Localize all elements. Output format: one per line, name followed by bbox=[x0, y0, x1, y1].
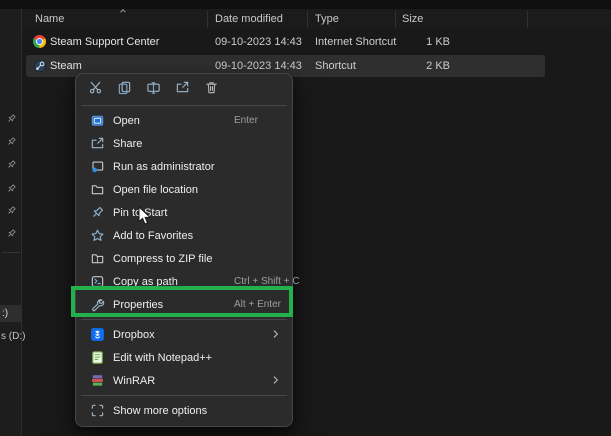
menu-item-dropbox[interactable]: Dropbox bbox=[76, 323, 292, 346]
menu-item-add-to-favorites[interactable]: Add to Favorites bbox=[76, 224, 292, 247]
shortcut-label: Enter bbox=[234, 115, 258, 126]
copy-icon bbox=[117, 80, 132, 100]
column-header-date-modified[interactable]: Date modified bbox=[215, 9, 283, 29]
menu-item-edit-with-notepadpp[interactable]: Edit with Notepad++ bbox=[76, 346, 292, 369]
share-icon bbox=[175, 80, 190, 100]
file-name: Steam Support Center bbox=[50, 31, 159, 53]
file-name: Steam bbox=[50, 55, 82, 77]
pin-icon bbox=[89, 205, 105, 221]
menu-separator bbox=[81, 319, 287, 320]
menu-item-label: Show more options bbox=[113, 405, 207, 417]
cut-button[interactable] bbox=[87, 82, 104, 99]
copy-button[interactable] bbox=[116, 82, 133, 99]
delete-button[interactable] bbox=[203, 82, 220, 99]
delete-icon bbox=[204, 80, 219, 100]
column-header-name[interactable]: Name bbox=[35, 9, 64, 29]
menu-item-properties[interactable]: Properties Alt + Enter bbox=[76, 293, 292, 316]
copy-path-icon bbox=[89, 274, 105, 290]
navigation-pane: :) s (D:) bbox=[0, 9, 22, 436]
menu-item-share[interactable]: Share bbox=[76, 132, 292, 155]
pin-badge-icon bbox=[6, 111, 19, 124]
menu-separator bbox=[81, 105, 287, 106]
menu-item-open[interactable]: Open Enter bbox=[76, 109, 292, 132]
menu-item-open-file-location[interactable]: Open file location bbox=[76, 178, 292, 201]
menu-item-pin-to-start[interactable]: Pin to Start bbox=[76, 201, 292, 224]
column-header-type[interactable]: Type bbox=[315, 9, 339, 29]
column-divider[interactable] bbox=[207, 11, 208, 28]
show-more-icon bbox=[89, 403, 105, 419]
pin-badge-icon bbox=[6, 226, 19, 239]
menu-item-label: Open file location bbox=[113, 184, 198, 196]
star-icon bbox=[89, 228, 105, 244]
pin-badge-icon bbox=[6, 157, 19, 170]
column-divider[interactable] bbox=[307, 11, 308, 28]
wrench-icon bbox=[89, 297, 105, 313]
rename-button[interactable] bbox=[145, 82, 162, 99]
zip-icon bbox=[89, 251, 105, 267]
nav-divider bbox=[2, 252, 20, 253]
file-size: 2 KB bbox=[380, 55, 450, 77]
open-icon bbox=[89, 113, 105, 129]
share-icon bbox=[89, 136, 105, 152]
menu-item-winrar[interactable]: WinRAR bbox=[76, 369, 292, 392]
menu-item-label: Properties bbox=[113, 299, 163, 311]
column-header-size[interactable]: Size bbox=[402, 9, 423, 29]
menu-item-label: Compress to ZIP file bbox=[113, 253, 212, 265]
menu-item-label: Open bbox=[113, 115, 140, 127]
menu-item-label: Copy as path bbox=[113, 276, 178, 288]
menu-item-label: Share bbox=[113, 138, 142, 150]
menu-separator bbox=[81, 395, 287, 396]
menu-item-label: Edit with Notepad++ bbox=[113, 352, 212, 364]
file-date-modified: 09-10-2023 14:43 bbox=[215, 31, 302, 53]
menu-item-label: Run as administrator bbox=[113, 161, 215, 173]
sort-ascending-icon bbox=[118, 3, 128, 21]
file-explorer-window: Name Date modified Type Size Steam Suppo… bbox=[0, 0, 611, 436]
folder-icon bbox=[89, 182, 105, 198]
cut-icon bbox=[88, 80, 103, 100]
mouse-cursor bbox=[138, 206, 151, 230]
winrar-icon bbox=[89, 373, 105, 389]
shortcut-label: Alt + Enter bbox=[234, 299, 281, 310]
menu-item-label: WinRAR bbox=[113, 375, 155, 387]
admin-icon bbox=[89, 159, 105, 175]
nav-drive-c-item[interactable]: :) bbox=[0, 305, 21, 322]
menu-item-run-as-administrator[interactable]: Run as administrator bbox=[76, 155, 292, 178]
dropbox-icon bbox=[89, 327, 105, 343]
context-menu: Open Enter Share Run as administrator Open f… bbox=[75, 73, 293, 427]
shortcut-label: Ctrl + Shift + C bbox=[234, 276, 300, 287]
quick-action-bar bbox=[76, 78, 292, 102]
file-type: Shortcut bbox=[315, 55, 356, 77]
pin-badge-icon bbox=[6, 181, 19, 194]
file-row[interactable]: Steam Support Center09-10-2023 14:43Inte… bbox=[22, 31, 611, 53]
column-divider[interactable] bbox=[527, 11, 528, 28]
menu-item-copy-as-path[interactable]: Copy as pathCtrl + Shift + C bbox=[76, 270, 292, 293]
column-header-row: Name Date modified Type Size bbox=[22, 9, 611, 29]
menu-item-label: Add to Favorites bbox=[113, 230, 193, 242]
column-divider[interactable] bbox=[395, 11, 396, 28]
menu-item-compress-to-zip[interactable]: Compress to ZIP file bbox=[76, 247, 292, 270]
chevron-right-icon bbox=[269, 327, 283, 346]
pin-badge-icon bbox=[6, 134, 19, 147]
chevron-right-icon bbox=[269, 373, 283, 392]
pin-badge-icon bbox=[6, 203, 19, 216]
menu-item-label: Dropbox bbox=[113, 329, 155, 341]
notepadpp-icon bbox=[89, 350, 105, 366]
file-size: 1 KB bbox=[380, 31, 450, 53]
rename-icon bbox=[146, 80, 161, 100]
steam-icon bbox=[33, 59, 47, 73]
context-menu-items: Open Enter Share Run as administrator Open f… bbox=[76, 109, 292, 422]
nav-drive-d-item[interactable]: s (D:) bbox=[1, 331, 25, 342]
internet-shortcut-icon bbox=[33, 35, 47, 49]
share-button[interactable] bbox=[174, 82, 191, 99]
toolbar-edge bbox=[0, 0, 611, 9]
menu-item-show-more-options[interactable]: Show more options bbox=[76, 399, 292, 422]
